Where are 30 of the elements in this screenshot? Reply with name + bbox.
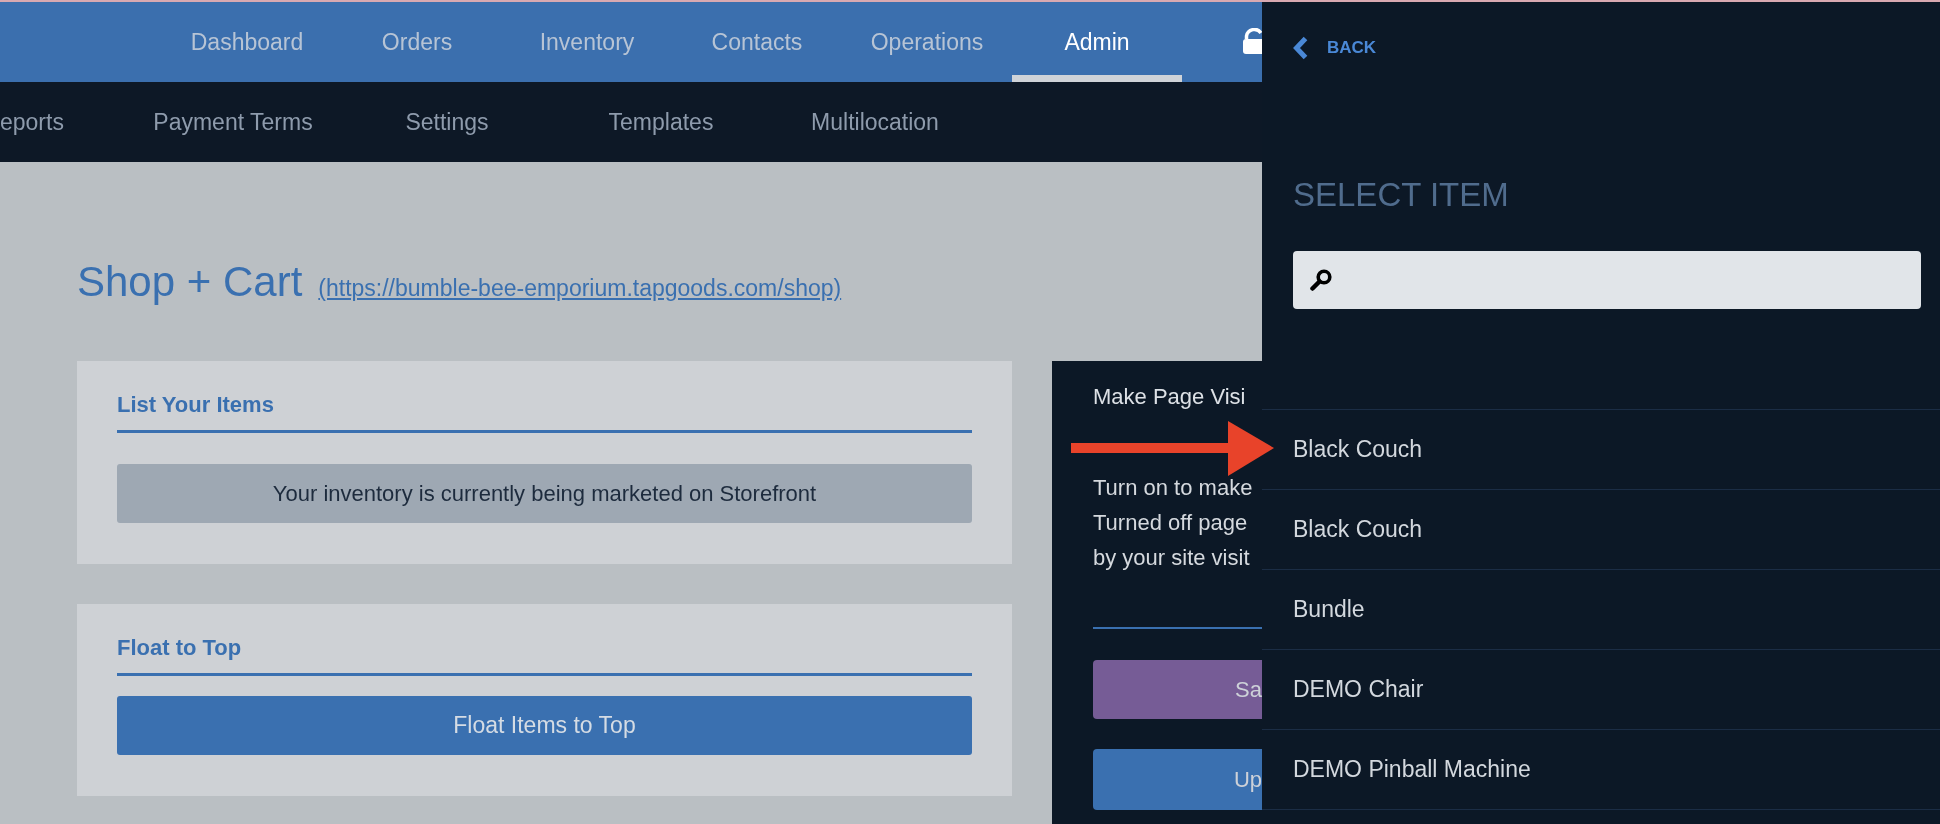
- section-title: List Your Items: [117, 392, 275, 418]
- float-items-button[interactable]: Float Items to Top: [117, 696, 972, 755]
- page-title: Shop + Cart: [77, 259, 303, 305]
- section-title: Float to Top: [117, 635, 243, 661]
- panel-title: SELECT ITEM: [1293, 175, 1510, 215]
- subnav-tab[interactable]: Templates: [554, 108, 768, 136]
- nav-tab[interactable]: Contacts: [672, 2, 842, 82]
- search-icon: [1310, 269, 1332, 291]
- subnav-tab[interactable]: Payment Terms: [126, 108, 340, 136]
- list-item[interactable]: DEMO Pinball Machine: [1262, 729, 1940, 809]
- subnav-tab[interactable]: Settings: [340, 108, 554, 136]
- list-item[interactable]: Black Couch: [1262, 489, 1940, 569]
- back-button[interactable]: BACK: [1293, 30, 1377, 66]
- nav-tab[interactable]: Inventory: [502, 2, 672, 82]
- list-item[interactable]: DEMO Chair: [1262, 649, 1940, 729]
- lock-icon[interactable]: [1243, 28, 1262, 54]
- status-banner: Your inventory is currently being marketed on Storefront: [117, 464, 972, 523]
- subnav-tab[interactable]: Multilocation: [768, 108, 982, 136]
- nav-tab[interactable]: Orders: [332, 2, 502, 82]
- list-item[interactable]: Bundle: [1262, 569, 1940, 649]
- visibility-description: Turn on to make Turned off page by your site visit: [1093, 474, 1254, 572]
- chevron-left-icon: [1293, 36, 1308, 60]
- nav-tab[interactable]: Dashboard: [162, 2, 332, 82]
- search-field[interactable]: [1293, 251, 1921, 309]
- subnav-tab[interactable]: eports: [0, 108, 126, 136]
- panel-button[interactable]: Sa: [1093, 660, 1262, 719]
- nav-tab[interactable]: Operations: [842, 2, 1012, 82]
- visibility-heading: Make Page Visi: [1093, 383, 1247, 411]
- panel-button[interactable]: Up: [1093, 749, 1262, 810]
- shop-link[interactable]: (https://bumble-bee-emporium.tapgoods.com/shop): [318, 275, 842, 302]
